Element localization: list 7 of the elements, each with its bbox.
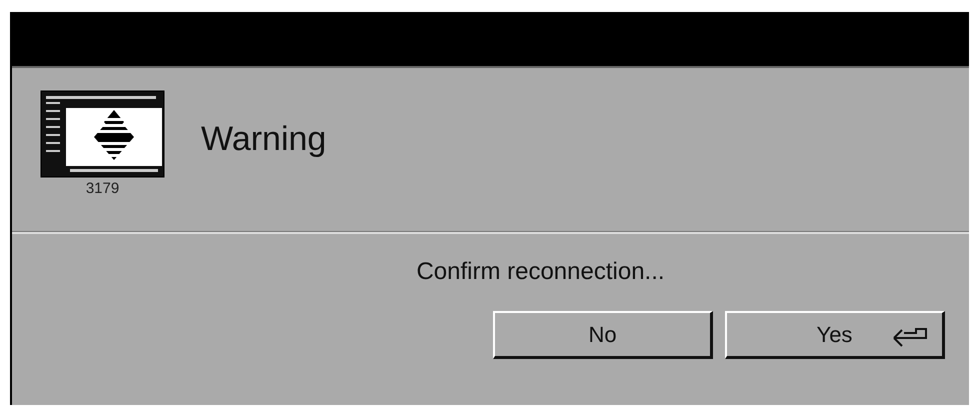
enter-key-icon <box>892 327 930 347</box>
message-text: Confirm reconnection... <box>416 257 665 287</box>
dialog-title: Warning <box>201 119 326 160</box>
dialog-button[interactable]: No <box>493 311 713 359</box>
diamond-document-icon <box>40 90 165 178</box>
icon-caption: 3179 <box>86 181 120 196</box>
default-button[interactable]: Yes <box>725 311 945 359</box>
